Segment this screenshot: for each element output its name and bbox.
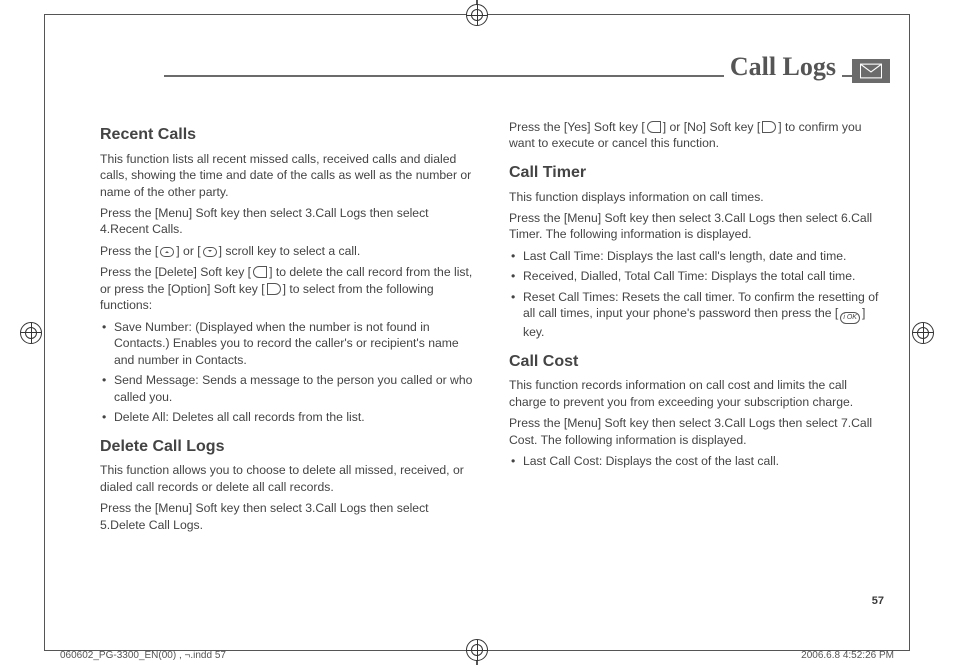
heading-recent-calls: Recent Calls [100,124,475,146]
registration-mark-icon [912,322,934,344]
body-text: Press the [Yes] Soft key [ ] or [No] Soft… [509,119,884,152]
left-softkey-icon [647,121,661,133]
heading-delete-call-logs: Delete Call Logs [100,436,475,458]
ok-key-icon: i OK [840,312,860,324]
body-text: Press the [Delete] Soft key [] to delete… [100,264,475,313]
page-title: Call Logs [724,52,842,82]
right-softkey-icon [762,121,776,133]
registration-mark-icon [466,4,488,26]
body-text: This function allows you to choose to de… [100,462,475,495]
bullet-list: Last Call Cost: Displays the cost of the… [509,453,884,469]
text-fragment: Press the [Yes] Soft key [ [509,120,645,134]
body-text: Press the [Menu] Soft key then select 3.… [509,415,884,448]
text-fragment: Press the [ [100,244,158,258]
text-fragment: ] or [ [176,244,200,258]
list-item: Delete All: Deletes all call records fro… [100,409,475,425]
scroll-down-icon [203,247,217,257]
body-text: Press the [Menu] Soft key then select 3.… [100,205,475,238]
list-item: Send Message: Sends a message to the per… [100,372,475,405]
column-right: Press the [Yes] Soft key [ ] or [No] Soft… [509,114,884,538]
right-softkey-icon [267,283,281,295]
list-item: Save Number: (Displayed when the number … [100,319,475,368]
body-text: Press the [Menu] Soft key then select 3.… [509,210,884,243]
text-fragment: Press the [Delete] Soft key [ [100,265,251,279]
scroll-up-icon [160,247,174,257]
page-number: 57 [872,595,884,607]
footer-timestamp: 2006.6.8 4:52:26 PM [801,650,894,661]
body-text: This function lists all recent missed ca… [100,151,475,200]
footer-file: 060602_PG-3300_EN(00) , ¬.indd 57 [60,650,226,661]
manual-page: Call Logs Recent Calls This function lis… [0,0,954,665]
text-fragment: Reset Call Times: Resets the call timer.… [523,290,878,320]
body-text: Press the [ ] or [ ] scroll key to select … [100,243,475,259]
body-text: This function records information on cal… [509,377,884,410]
column-left: Recent Calls This function lists all rec… [100,114,475,538]
list-item: Last Call Time: Displays the last call's… [509,248,884,264]
bullet-list: Last Call Time: Displays the last call's… [509,248,884,341]
left-softkey-icon [253,266,267,278]
imposition-footer: 060602_PG-3300_EN(00) , ¬.indd 57 2006.6… [60,650,894,661]
list-item: Received, Dialled, Total Call Time: Disp… [509,268,884,284]
bullet-list: Save Number: (Displayed when the number … [100,319,475,426]
registration-mark-icon [20,322,42,344]
page-header: Call Logs [64,52,890,92]
list-item: Last Call Cost: Displays the cost of the… [509,453,884,469]
body-text: Press the [Menu] Soft key then select 3.… [100,500,475,533]
mail-icon [852,59,890,83]
body-text: This function displays information on ca… [509,189,884,205]
content-columns: Recent Calls This function lists all rec… [64,114,890,538]
printable-area: Call Logs Recent Calls This function lis… [64,30,890,635]
heading-call-cost: Call Cost [509,351,884,373]
text-fragment: ] or [No] Soft key [ [663,120,761,134]
heading-call-timer: Call Timer [509,162,884,184]
text-fragment: ] scroll key to select a call. [219,244,361,258]
list-item: Reset Call Times: Resets the call timer.… [509,289,884,341]
